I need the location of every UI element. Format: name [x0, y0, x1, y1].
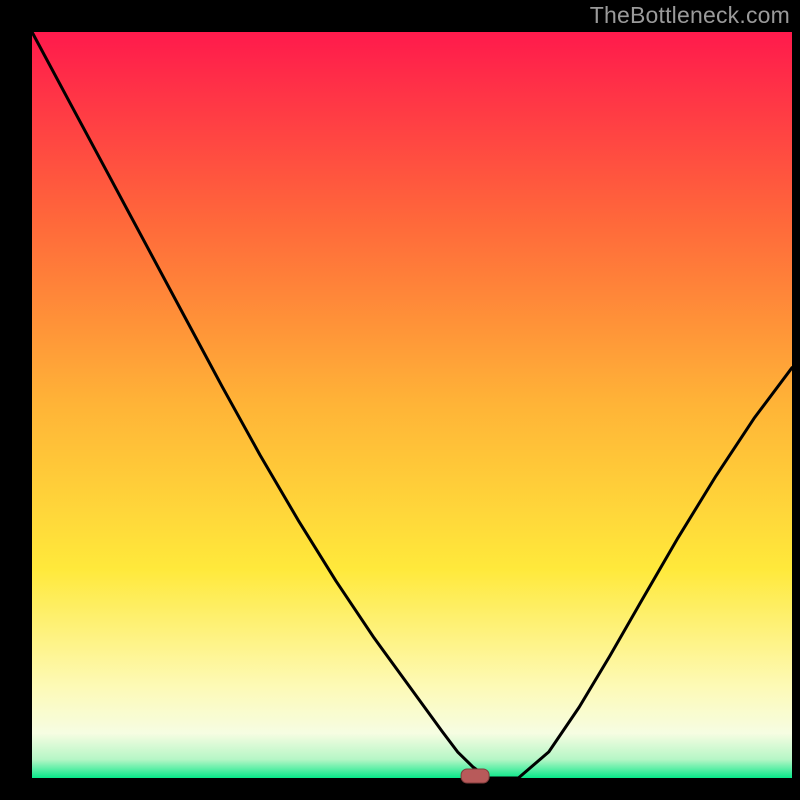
- bottleneck-chart: [0, 0, 800, 800]
- watermark-text: TheBottleneck.com: [590, 2, 790, 29]
- plot-background: [32, 32, 792, 778]
- optimal-marker: [461, 769, 489, 783]
- chart-container: TheBottleneck.com: [0, 0, 800, 800]
